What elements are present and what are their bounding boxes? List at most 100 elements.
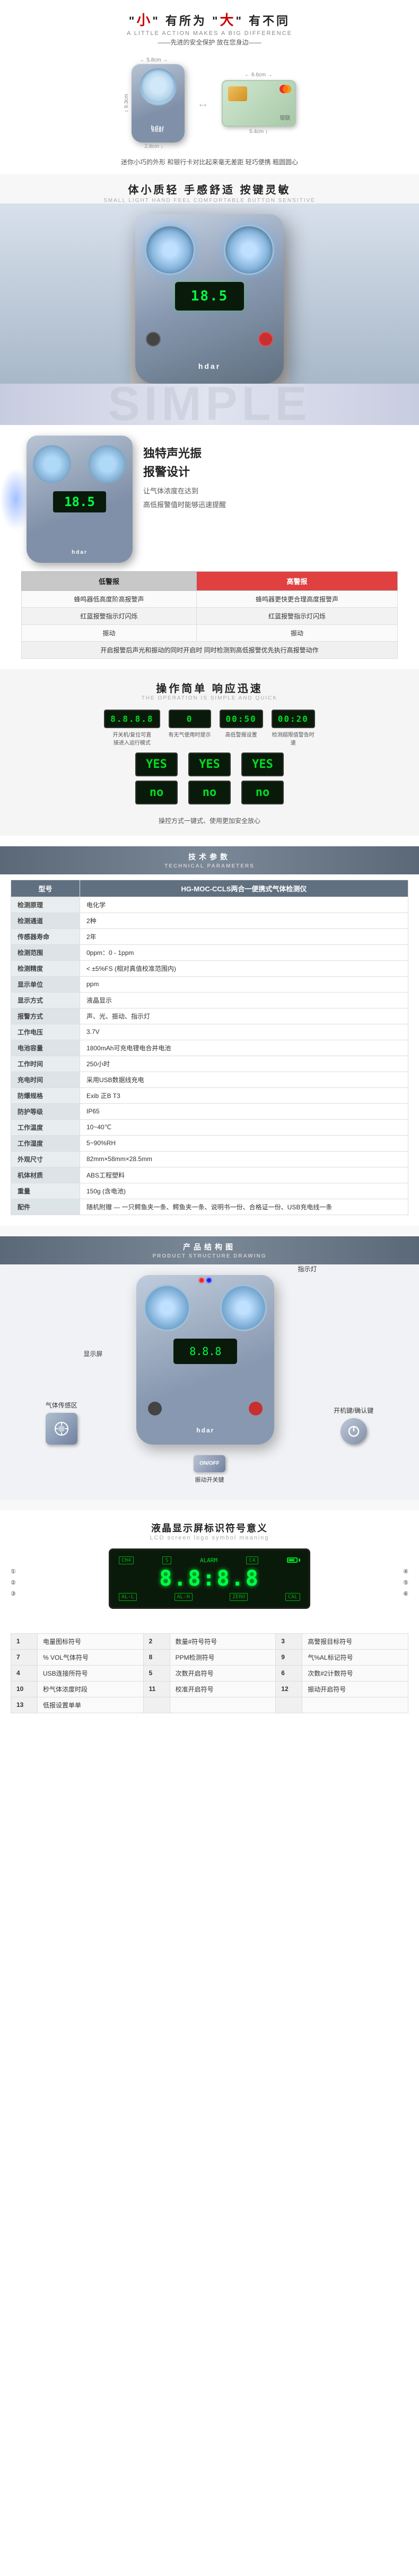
lcd-1: 8.8.8.8	[104, 710, 160, 728]
op-title-zh: 操作简单 响应迅速	[0, 680, 419, 695]
comfort-title-en: SMALL LIGHT HAND FEEL COMFORTABLE BUTTON…	[0, 198, 419, 203]
symbol-table-section: 1 电量图标符号 2 数量#符号符号 3 高警报目标符号 7 % VOL气体符号…	[0, 1628, 419, 1724]
tech-param-2-value: 2年	[80, 928, 408, 944]
lcd-bottom-row: AL-L AL-H ZERO CAL	[119, 1593, 300, 1601]
sym-label-3-1: 秒气体浓度时段	[37, 1681, 143, 1697]
tech-param-8-value: 3.7V	[80, 1024, 408, 1040]
tech-table: 型号 HG-MOC-CCLS两合一便携式气体检测仪 检测原理 电化学 检测通道 …	[11, 880, 408, 1215]
sym-row-2: 4 USB连接所符号 5 次数开启符号 6 次数#2计数符号	[11, 1665, 408, 1681]
alarm-subtitle2: 高低报警值时能够迅速提醒	[143, 501, 226, 509]
tech-header-box: 技术参数 TECHNICAL PARAMETERS	[0, 846, 419, 874]
tech-param-6-name: 显示方式	[11, 992, 80, 1008]
alarm-section: 18.5 hdar 独特声光振 报警设计 让气体浓度在达到 高低报警值时能够迅速…	[0, 425, 419, 669]
op-item-1: 8.8.8.8 开关机/复位可直接进入运行模式	[104, 710, 160, 746]
indicator-label: 指示灯	[298, 1264, 317, 1273]
tech-param-17-value: ABS工程塑料	[80, 1167, 408, 1183]
sym-label-0-1: 电量图标符号	[37, 1633, 143, 1649]
card-dim-bottom: 5.4cm ↕	[249, 129, 268, 135]
tech-param-11-value: 采用USB数据线充电	[80, 1072, 408, 1087]
sym-label-2-1: USB连接所符号	[37, 1665, 143, 1681]
ms-dial-left	[144, 1285, 190, 1331]
sym-num-1-3: 9	[276, 1649, 302, 1665]
sym-empty-4-4	[276, 1697, 302, 1713]
lcd-section: 液晶显示屏标识符号意义 LCD screen logo symbol meani…	[0, 1510, 419, 1628]
hero-btn-left	[146, 332, 161, 347]
bank-card: 银联	[222, 80, 296, 127]
struct-bottom-components: ON/OFF 振动开关键	[0, 1455, 419, 1489]
sym-label-0-3: 高警报目标符号	[302, 1633, 408, 1649]
ms-dial-right	[220, 1285, 267, 1331]
sym-num-3-2: 11	[143, 1681, 170, 1697]
hero-screen: 18.5	[175, 282, 244, 311]
sym-num-2-3: 6	[276, 1665, 302, 1681]
comfort-title-zh: 体小质轻 手感舒适 按键灵敏	[0, 181, 419, 197]
ann-6: ⑥	[403, 1590, 408, 1597]
lcd-yes-2: YES	[188, 753, 231, 776]
main-device-center: 指示灯 8.8.8 hdar 显示屏	[136, 1275, 274, 1445]
lcd-top-row: CH4 S ALARM C4	[119, 1556, 300, 1564]
tagline-sub: ——先进的安全保护 放在您身边——	[11, 38, 408, 47]
tech-row-13: 防护等级 IP65	[11, 1103, 408, 1119]
op-footer: 操控方式一键式、使用更加安全放心	[0, 816, 419, 825]
on-off-text: ON/OFF	[199, 1460, 220, 1466]
on-off-item: ON/OFF 振动开关键	[194, 1455, 225, 1484]
dim-top: ← 5.8cm →	[140, 57, 168, 63]
tech-param-13-name: 防护等级	[11, 1103, 80, 1119]
tech-row-18: 重量 150g (含电池)	[11, 1183, 408, 1199]
sym-num-4-1: 13	[11, 1697, 38, 1713]
battery-body	[287, 1557, 298, 1563]
on-off-label: 振动开关键	[195, 1475, 224, 1484]
tech-col-model-label: 型号	[11, 880, 80, 897]
card-dim-top: ← 8.6cm →	[245, 72, 273, 78]
structure-section: 产品结构图 PRODUCT STRUCTURE DRAWING 气体传感区	[0, 1226, 419, 1510]
struct-header-box: 产品结构图 PRODUCT STRUCTURE DRAWING	[0, 1236, 419, 1264]
hero-brand: hdar	[198, 362, 221, 370]
alarm-low-header: 低警报	[22, 571, 197, 590]
power-btn-label: 开机键/确认键	[334, 1406, 373, 1415]
sym-row-1: 7 % VOL气体符号 8 PPM检测符号 9 气%AL标记符号	[11, 1649, 408, 1665]
op-desc-1: 开关机/复位可直接进入运行模式	[111, 730, 153, 746]
lcd-screen-demo: CH4 S ALARM C4 8.8:8.8 AL-L AL-H	[109, 1548, 310, 1609]
sym-num-2-1: 4	[11, 1665, 38, 1681]
power-btn-item: 开机键/确认键	[334, 1406, 373, 1445]
hero-dial-right	[224, 225, 274, 275]
tech-title-zh: 技术参数	[0, 852, 419, 862]
sym-row-3: 10 秒气体浓度时段 11 校准开启符号 12 振动开启符号	[11, 1681, 408, 1697]
alarm-table: 低警报 高警报 蜂鸣器低高度阶高报警声 蜂鸣器更快更合理高度报警声 红蓝报警指示…	[21, 571, 398, 642]
alarm-device: 18.5 hdar	[27, 436, 133, 563]
compare-desc: 迷你小巧的外形 和银行卡对比起来毫无差距 轻巧便携 粗圆圆心	[0, 155, 419, 174]
lcd-title-zh: 液晶显示屏标识符号意义	[0, 1521, 419, 1535]
alarm-device-wrap: 18.5 hdar	[11, 436, 133, 563]
op-item-4: 00:20 检测超限值警告时速	[272, 710, 315, 746]
hero-device: 18.5 hdar	[135, 214, 284, 384]
battery-icon	[287, 1557, 300, 1563]
alarm-low-3: 振动	[22, 624, 197, 641]
led-row	[199, 1278, 211, 1282]
tech-param-16-name: 外观尺寸	[11, 1151, 80, 1167]
sym-row-4: 13 低报设置单单	[11, 1697, 408, 1713]
tech-param-17-name: 机体材质	[11, 1167, 80, 1183]
alarm-brand: hdar	[72, 550, 88, 555]
tech-param-12-name: 防爆规格	[11, 1087, 80, 1103]
tech-param-9-name: 电池容量	[11, 1040, 80, 1056]
alarm-high-header: 高警报	[196, 571, 397, 590]
vs-text: ↔	[197, 96, 209, 110]
lcd-tag-ch4: CH4	[119, 1556, 134, 1564]
ms-screen: 8.8.8	[173, 1339, 237, 1364]
alarm-low-1: 蜂鸣器低高度阶高报警声	[22, 590, 197, 607]
tech-table-header: 型号 HG-MOC-CCLS两合一便携式气体检测仪	[11, 880, 408, 897]
small-char: 小	[136, 12, 152, 28]
lcd-no-3: no	[241, 781, 284, 804]
tech-param-2-name: 传感器寿命	[11, 928, 80, 944]
gas-inlet-label: 气体传感区	[46, 1401, 77, 1410]
alarm-dial-left	[33, 445, 71, 483]
ann-5: ⑤	[403, 1579, 408, 1586]
alarm-top: 18.5 hdar 独特声光振 报警设计 让气体浓度在达到 高低报警值时能够迅速…	[11, 436, 408, 563]
lcd-yes-1: YES	[135, 753, 178, 776]
ms-btn-right	[249, 1402, 263, 1415]
op-desc-3: 高低警报设置	[225, 730, 257, 738]
battery-fill	[289, 1559, 294, 1561]
op-desc-4: 检测超限值警告时速	[272, 730, 315, 746]
hero-section: 18.5 hdar	[0, 203, 419, 384]
tech-row-4: 检测精度 < ±5%FS (相对真值校准范围内)	[11, 960, 408, 976]
